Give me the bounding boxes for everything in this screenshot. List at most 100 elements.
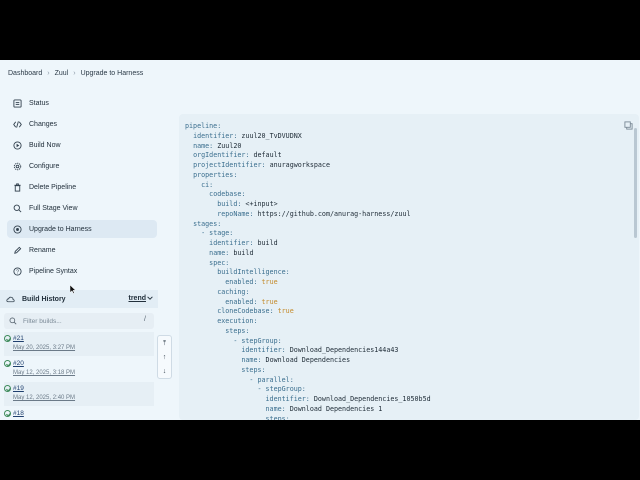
code-line: buildIntelligence: [217,268,290,277]
code-line: steps: [185,415,431,421]
code-line: steps: [225,326,250,335]
build-row[interactable]: #18 [4,407,154,420]
success-check-icon [4,335,11,342]
gear-icon [13,162,22,171]
yaml-key: name [265,404,282,413]
yaml-key: - stepGroup [257,385,302,394]
yaml-value: Download Dependencies [265,356,351,364]
build-row[interactable]: #21 May 20, 2025, 3:27 PM [4,332,154,356]
mouse-cursor-icon [70,285,76,294]
build-date[interactable]: May 12, 2025, 3:18 PM [13,370,75,376]
yaml-key: execution [217,317,254,325]
nav-label: Configure [29,162,60,170]
yaml-key: orgIdentifier [193,151,246,160]
filter-shortcut: / [144,316,146,323]
nav-changes[interactable]: Changes [7,115,157,133]
code-line: pipeline: [185,122,222,130]
nav-configure[interactable]: Configure [7,157,157,175]
nav-pipeline-syntax[interactable]: ? Pipeline Syntax [7,262,157,280]
cloud-icon [6,295,15,304]
help-icon: ? [13,266,22,276]
scroll-down-button[interactable]: ↓ [163,368,167,375]
code-line: - parallel: [249,375,294,384]
yaml-key: identifier [241,346,282,355]
yaml-key: ci [201,180,210,189]
vertical-scrollbar[interactable] [634,128,637,238]
status-icon [13,98,22,108]
scroll-up-button[interactable]: ↑ [163,354,167,361]
code-line: stages: [193,219,222,228]
code-line: enabled: true [225,297,278,306]
nav-rename[interactable]: Rename [7,241,157,259]
code-line: name: Download Dependencies [241,356,351,364]
code-line: cloneCodebase: true [217,307,294,316]
success-check-icon [4,410,11,417]
nav-label: Full Stage View [29,204,78,212]
code-line: orgIdentifier: default [193,151,282,160]
trend-link[interactable]: trend [129,295,147,302]
yaml-key: pipeline [185,122,218,130]
code-line: name: Zuul20 [193,141,242,150]
nav-upgrade-to-harness[interactable]: Upgrade to Harness [7,220,157,238]
build-history-title: Build History [22,295,66,303]
build-date[interactable]: May 12, 2025, 2:40 PM [13,395,75,401]
nav-delete-pipeline[interactable]: Delete Pipeline [7,178,157,196]
code-line: identifier: build [209,239,278,247]
yaml-value: build [257,239,278,247]
scroll-controls: ⤒ ↑ ↓ [157,335,172,379]
build-number[interactable]: #20 [13,360,24,367]
code-line: execution: [217,317,258,325]
code-line: - stage: [201,229,234,238]
breadcrumb-zuul[interactable]: Zuul [55,70,69,77]
yaml-key: buildIntelligence [217,268,286,277]
success-check-icon [4,385,11,392]
yaml-value: true [261,297,278,306]
jenkins-screen: Dashboard › Zuul › Upgrade to Harness St… [0,60,640,420]
nav-label: Rename [29,246,56,254]
yaml-value: true [277,307,294,316]
build-number[interactable]: #21 [13,335,24,342]
nav-label: Pipeline Syntax [29,267,78,275]
breadcrumb-dashboard[interactable]: Dashboard [8,70,42,77]
yaml-key: identifier [193,131,234,140]
code-line: caching: [217,287,250,296]
nav-label: Delete Pipeline [29,183,77,191]
build-row[interactable]: #20 May 12, 2025, 3:18 PM [4,357,154,381]
yaml-value: Download_Dependencies144a43 [289,346,399,355]
yaml-value: Zuul20 [217,141,242,150]
build-history-header: Build History trend [0,290,158,308]
build-number[interactable]: #19 [13,385,24,392]
nav-full-stage-view[interactable]: Full Stage View [7,199,157,217]
build-row[interactable]: #19 May 12, 2025, 2:40 PM [4,382,154,406]
code-line: properties: [193,170,238,179]
chevron-right-icon: › [73,69,76,77]
build-date[interactable]: May 20, 2025, 3:27 PM [13,345,75,351]
yaml-key: projectIdentifier [193,161,262,169]
nav-label: Changes [29,120,58,128]
code-line: codebase: [209,190,246,199]
code-line: - stepGroup: [257,385,306,394]
yaml-key: build [217,200,238,208]
code-line: identifier: Download_Dependencies_1050b5… [265,395,431,403]
filter-builds-input[interactable]: Filter builds... / [4,313,154,329]
copy-icon[interactable] [624,121,633,130]
code-line: enabled: true [225,278,278,286]
yaml-value: Download Dependencies 1 [289,404,383,413]
svg-text:?: ? [16,269,19,275]
breadcrumb-upgrade[interactable]: Upgrade to Harness [81,70,144,77]
code-line: name: Download Dependencies 1 [265,404,383,413]
build-number[interactable]: #18 [13,410,24,417]
scroll-top-button[interactable]: ⤒ [163,340,166,347]
search-icon [9,317,17,325]
yaml-key: codebase [209,190,242,199]
yaml-key: - stage [201,229,230,238]
yaml-key: identifier [209,239,250,247]
yaml-key: cloneCodebase [217,307,270,316]
nav-build-now[interactable]: Build Now [7,136,157,154]
edit-icon [13,246,22,255]
yaml-key: properties [193,170,234,179]
chevron-down-icon[interactable] [146,294,154,302]
yaml-key: enabled [225,297,254,306]
nav-status[interactable]: Status [7,94,157,112]
breadcrumb: Dashboard › Zuul › Upgrade to Harness [8,66,143,80]
